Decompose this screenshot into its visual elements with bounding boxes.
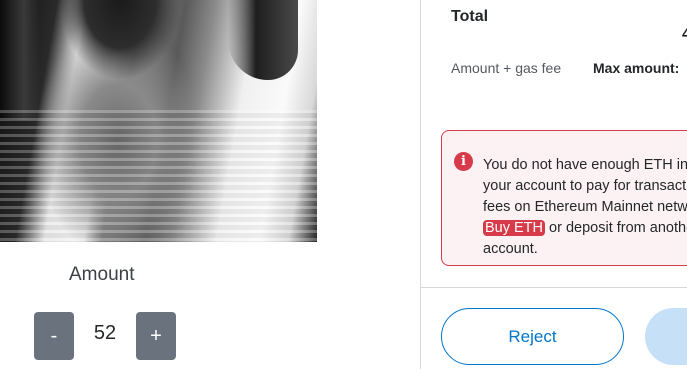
- alert-message: You do not have enough ETH in your accou…: [483, 155, 687, 260]
- reject-button[interactable]: Reject: [441, 308, 624, 365]
- footer-divider: [421, 287, 687, 288]
- quantity-value[interactable]: 52: [80, 322, 130, 345]
- amount-label: Amount: [69, 264, 135, 285]
- alert-text-start: You do not have enough ETH in your accou…: [483, 157, 687, 215]
- total-value: 4: [682, 26, 687, 43]
- nft-image-hair-left: [0, 0, 40, 120]
- nft-image-shirt: [0, 110, 317, 242]
- quantity-stepper: - 52 +: [34, 312, 180, 360]
- nft-page: Amount - 52 +: [0, 0, 420, 369]
- buy-eth-link[interactable]: Buy ETH: [483, 220, 546, 236]
- decrement-button[interactable]: -: [34, 312, 74, 360]
- max-amount-label: Max amount:: [593, 60, 680, 76]
- total-label: Total: [451, 8, 489, 25]
- insufficient-funds-alert: i You do not have enough ETH in your acc…: [441, 130, 687, 266]
- nft-image: [0, 0, 317, 242]
- confirm-button[interactable]: [645, 308, 687, 365]
- nft-image-hair-right: [228, 0, 298, 80]
- confirm-transaction-popup: Total 4 Amount + gas fee Max amount: i Y…: [421, 0, 687, 369]
- amount-gas-label: Amount + gas fee: [451, 60, 562, 76]
- increment-button[interactable]: +: [136, 312, 176, 360]
- info-icon: i: [454, 152, 473, 171]
